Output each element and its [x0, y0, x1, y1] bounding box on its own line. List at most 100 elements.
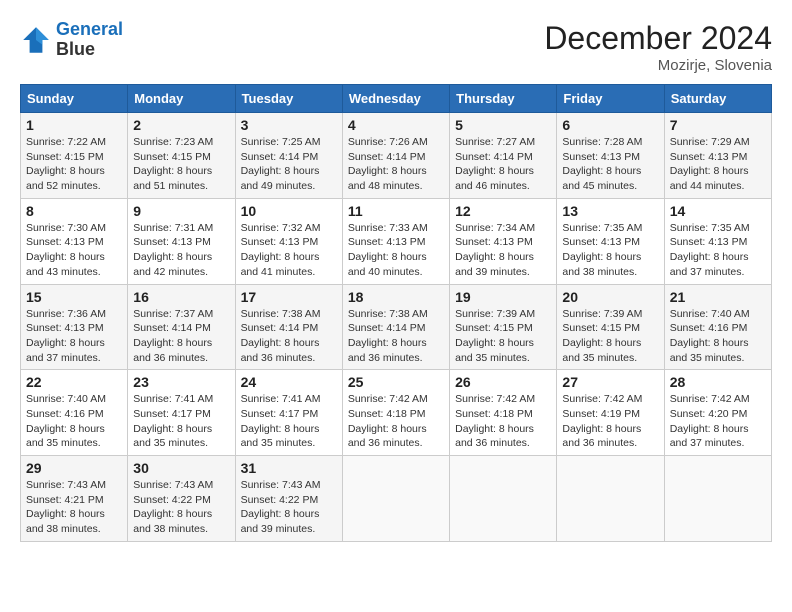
- col-saturday: Saturday: [664, 85, 771, 113]
- col-thursday: Thursday: [450, 85, 557, 113]
- table-row: 16 Sunrise: 7:37 AMSunset: 4:14 PMDaylig…: [128, 284, 235, 370]
- day-number: 14: [670, 203, 766, 219]
- day-number: 19: [455, 289, 551, 305]
- day-number: 21: [670, 289, 766, 305]
- day-info: Sunrise: 7:32 AMSunset: 4:13 PMDaylight:…: [241, 221, 337, 280]
- table-row: [557, 456, 664, 542]
- calendar-body: 1 Sunrise: 7:22 AMSunset: 4:15 PMDayligh…: [21, 113, 772, 542]
- day-number: 17: [241, 289, 337, 305]
- calendar-week: 15 Sunrise: 7:36 AMSunset: 4:13 PMDaylig…: [21, 284, 772, 370]
- day-info: Sunrise: 7:35 AMSunset: 4:13 PMDaylight:…: [670, 221, 766, 280]
- page-header: General Blue December 2024 Mozirje, Slov…: [20, 20, 772, 74]
- day-info: Sunrise: 7:25 AMSunset: 4:14 PMDaylight:…: [241, 135, 337, 194]
- day-number: 22: [26, 374, 122, 390]
- day-number: 31: [241, 460, 337, 476]
- day-number: 25: [348, 374, 444, 390]
- col-friday: Friday: [557, 85, 664, 113]
- table-row: 5 Sunrise: 7:27 AMSunset: 4:14 PMDayligh…: [450, 113, 557, 199]
- day-number: 15: [26, 289, 122, 305]
- logo: General Blue: [20, 20, 123, 60]
- day-info: Sunrise: 7:34 AMSunset: 4:13 PMDaylight:…: [455, 221, 551, 280]
- day-info: Sunrise: 7:22 AMSunset: 4:15 PMDaylight:…: [26, 135, 122, 194]
- col-monday: Monday: [128, 85, 235, 113]
- calendar-week: 29 Sunrise: 7:43 AMSunset: 4:21 PMDaylig…: [21, 456, 772, 542]
- table-row: 15 Sunrise: 7:36 AMSunset: 4:13 PMDaylig…: [21, 284, 128, 370]
- table-row: 28 Sunrise: 7:42 AMSunset: 4:20 PMDaylig…: [664, 370, 771, 456]
- day-info: Sunrise: 7:29 AMSunset: 4:13 PMDaylight:…: [670, 135, 766, 194]
- day-info: Sunrise: 7:41 AMSunset: 4:17 PMDaylight:…: [241, 392, 337, 451]
- day-number: 30: [133, 460, 229, 476]
- day-number: 11: [348, 203, 444, 219]
- col-sunday: Sunday: [21, 85, 128, 113]
- table-row: 7 Sunrise: 7:29 AMSunset: 4:13 PMDayligh…: [664, 113, 771, 199]
- day-number: 23: [133, 374, 229, 390]
- col-wednesday: Wednesday: [342, 85, 449, 113]
- month-title: December 2024: [544, 20, 772, 57]
- table-row: [664, 456, 771, 542]
- table-row: 4 Sunrise: 7:26 AMSunset: 4:14 PMDayligh…: [342, 113, 449, 199]
- col-tuesday: Tuesday: [235, 85, 342, 113]
- table-row: 27 Sunrise: 7:42 AMSunset: 4:19 PMDaylig…: [557, 370, 664, 456]
- table-row: 17 Sunrise: 7:38 AMSunset: 4:14 PMDaylig…: [235, 284, 342, 370]
- day-info: Sunrise: 7:37 AMSunset: 4:14 PMDaylight:…: [133, 307, 229, 366]
- table-row: 24 Sunrise: 7:41 AMSunset: 4:17 PMDaylig…: [235, 370, 342, 456]
- day-number: 7: [670, 117, 766, 133]
- day-number: 6: [562, 117, 658, 133]
- table-row: 8 Sunrise: 7:30 AMSunset: 4:13 PMDayligh…: [21, 198, 128, 284]
- day-number: 28: [670, 374, 766, 390]
- header-row: Sunday Monday Tuesday Wednesday Thursday…: [21, 85, 772, 113]
- calendar-week: 8 Sunrise: 7:30 AMSunset: 4:13 PMDayligh…: [21, 198, 772, 284]
- table-row: [450, 456, 557, 542]
- day-info: Sunrise: 7:38 AMSunset: 4:14 PMDaylight:…: [348, 307, 444, 366]
- day-number: 18: [348, 289, 444, 305]
- table-row: 21 Sunrise: 7:40 AMSunset: 4:16 PMDaylig…: [664, 284, 771, 370]
- title-block: December 2024 Mozirje, Slovenia: [544, 20, 772, 74]
- table-row: 10 Sunrise: 7:32 AMSunset: 4:13 PMDaylig…: [235, 198, 342, 284]
- day-info: Sunrise: 7:43 AMSunset: 4:21 PMDaylight:…: [26, 478, 122, 537]
- table-row: 29 Sunrise: 7:43 AMSunset: 4:21 PMDaylig…: [21, 456, 128, 542]
- table-row: 6 Sunrise: 7:28 AMSunset: 4:13 PMDayligh…: [557, 113, 664, 199]
- day-number: 9: [133, 203, 229, 219]
- day-info: Sunrise: 7:40 AMSunset: 4:16 PMDaylight:…: [26, 392, 122, 451]
- day-number: 13: [562, 203, 658, 219]
- calendar-week: 1 Sunrise: 7:22 AMSunset: 4:15 PMDayligh…: [21, 113, 772, 199]
- day-info: Sunrise: 7:30 AMSunset: 4:13 PMDaylight:…: [26, 221, 122, 280]
- table-row: 2 Sunrise: 7:23 AMSunset: 4:15 PMDayligh…: [128, 113, 235, 199]
- day-info: Sunrise: 7:38 AMSunset: 4:14 PMDaylight:…: [241, 307, 337, 366]
- day-info: Sunrise: 7:42 AMSunset: 4:18 PMDaylight:…: [455, 392, 551, 451]
- table-row: [342, 456, 449, 542]
- day-number: 27: [562, 374, 658, 390]
- table-row: 3 Sunrise: 7:25 AMSunset: 4:14 PMDayligh…: [235, 113, 342, 199]
- table-row: 14 Sunrise: 7:35 AMSunset: 4:13 PMDaylig…: [664, 198, 771, 284]
- table-row: 30 Sunrise: 7:43 AMSunset: 4:22 PMDaylig…: [128, 456, 235, 542]
- table-row: 19 Sunrise: 7:39 AMSunset: 4:15 PMDaylig…: [450, 284, 557, 370]
- logo-text: General Blue: [56, 20, 123, 60]
- table-row: 12 Sunrise: 7:34 AMSunset: 4:13 PMDaylig…: [450, 198, 557, 284]
- table-row: 22 Sunrise: 7:40 AMSunset: 4:16 PMDaylig…: [21, 370, 128, 456]
- table-row: 11 Sunrise: 7:33 AMSunset: 4:13 PMDaylig…: [342, 198, 449, 284]
- table-row: 9 Sunrise: 7:31 AMSunset: 4:13 PMDayligh…: [128, 198, 235, 284]
- day-number: 5: [455, 117, 551, 133]
- day-info: Sunrise: 7:43 AMSunset: 4:22 PMDaylight:…: [133, 478, 229, 537]
- table-row: 18 Sunrise: 7:38 AMSunset: 4:14 PMDaylig…: [342, 284, 449, 370]
- day-number: 29: [26, 460, 122, 476]
- day-info: Sunrise: 7:39 AMSunset: 4:15 PMDaylight:…: [562, 307, 658, 366]
- day-number: 26: [455, 374, 551, 390]
- table-row: 13 Sunrise: 7:35 AMSunset: 4:13 PMDaylig…: [557, 198, 664, 284]
- day-info: Sunrise: 7:26 AMSunset: 4:14 PMDaylight:…: [348, 135, 444, 194]
- day-info: Sunrise: 7:43 AMSunset: 4:22 PMDaylight:…: [241, 478, 337, 537]
- day-info: Sunrise: 7:42 AMSunset: 4:18 PMDaylight:…: [348, 392, 444, 451]
- table-row: 20 Sunrise: 7:39 AMSunset: 4:15 PMDaylig…: [557, 284, 664, 370]
- day-info: Sunrise: 7:39 AMSunset: 4:15 PMDaylight:…: [455, 307, 551, 366]
- day-number: 16: [133, 289, 229, 305]
- day-info: Sunrise: 7:23 AMSunset: 4:15 PMDaylight:…: [133, 135, 229, 194]
- day-info: Sunrise: 7:42 AMSunset: 4:19 PMDaylight:…: [562, 392, 658, 451]
- day-info: Sunrise: 7:27 AMSunset: 4:14 PMDaylight:…: [455, 135, 551, 194]
- day-info: Sunrise: 7:41 AMSunset: 4:17 PMDaylight:…: [133, 392, 229, 451]
- day-number: 2: [133, 117, 229, 133]
- day-info: Sunrise: 7:35 AMSunset: 4:13 PMDaylight:…: [562, 221, 658, 280]
- day-info: Sunrise: 7:28 AMSunset: 4:13 PMDaylight:…: [562, 135, 658, 194]
- day-number: 20: [562, 289, 658, 305]
- day-info: Sunrise: 7:42 AMSunset: 4:20 PMDaylight:…: [670, 392, 766, 451]
- day-info: Sunrise: 7:31 AMSunset: 4:13 PMDaylight:…: [133, 221, 229, 280]
